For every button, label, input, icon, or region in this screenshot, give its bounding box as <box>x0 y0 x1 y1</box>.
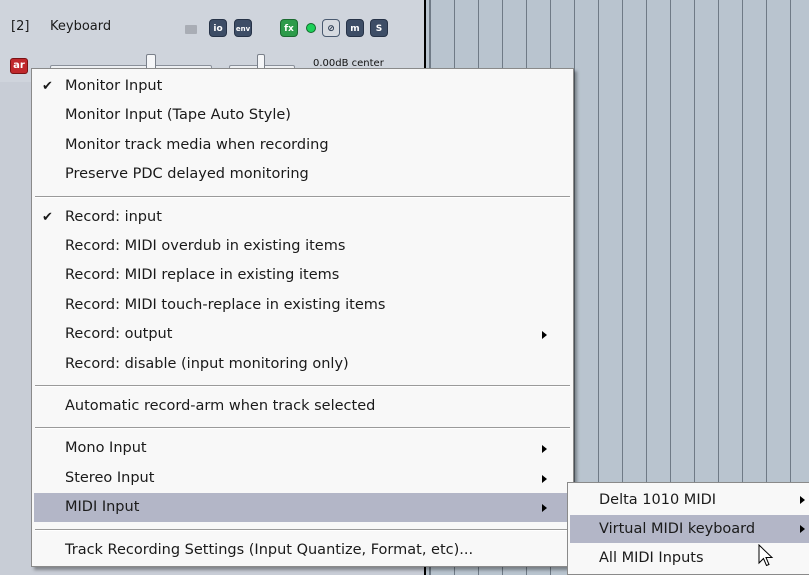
track-number: [2] <box>11 19 30 34</box>
menu-item-record-disable-input-monitoring-only[interactable]: Record: disable (input monitoring only) <box>34 350 571 379</box>
envelope-button[interactable]: env <box>234 19 252 37</box>
menu-item-label: Preserve PDC delayed monitoring <box>65 166 309 183</box>
submenu-arrow-icon <box>800 496 805 504</box>
fx-status-led-icon <box>306 23 316 33</box>
submenu-item-label: Virtual MIDI keyboard <box>599 521 756 537</box>
menu-separator <box>35 195 570 198</box>
submenu-arrow-icon <box>542 331 547 340</box>
menu-item-label: Record: input <box>65 208 162 225</box>
menu-item-monitor-input[interactable]: ✔ Monitor Input <box>34 72 571 101</box>
record-monitoring-context-menu: ✔ Monitor Input Monitor Input (Tape Auto S… <box>31 68 574 567</box>
submenu-item-label: Delta 1010 MIDI <box>599 492 717 508</box>
submenu-item-delta-1010-midi[interactable]: Delta 1010 MIDI <box>570 486 809 514</box>
menu-item-stereo-input[interactable]: Stereo Input <box>34 464 571 493</box>
menu-item-label: Record: MIDI replace in existing items <box>65 267 340 284</box>
menu-item-label: Stereo Input <box>65 469 155 486</box>
menu-item-record-midi-replace-in-existing-items[interactable]: Record: MIDI replace in existing items <box>34 261 571 290</box>
menu-item-record-output[interactable]: Record: output <box>34 320 571 349</box>
menu-item-label: Record: MIDI touch-replace in existing i… <box>65 296 386 313</box>
menu-item-label: MIDI Input <box>65 499 140 516</box>
submenu-arrow-icon <box>800 525 805 533</box>
menu-item-record-midi-touch-replace-in-existing-items[interactable]: Record: MIDI touch-replace in existing i… <box>34 291 571 320</box>
io-button[interactable]: io <box>209 19 227 37</box>
submenu-item-virtual-midi-keyboard[interactable]: Virtual MIDI keyboard <box>570 515 809 543</box>
submenu-item-label: All MIDI Inputs <box>599 550 704 566</box>
menu-separator <box>35 385 570 387</box>
menu-item-track-recording-settings-input-quantize-format-etc[interactable]: Track Recording Settings (Input Quantize… <box>34 536 571 565</box>
mouse-pointer-icon <box>758 544 774 567</box>
menu-item-label: Record: output <box>65 326 173 343</box>
menu-item-preserve-pdc-delayed-monitoring[interactable]: Preserve PDC delayed monitoring <box>34 160 571 189</box>
folder-icon[interactable] <box>185 25 197 34</box>
fx-button[interactable]: fx <box>280 19 298 37</box>
record-arm-button[interactable]: ar <box>10 58 28 74</box>
menu-item-mono-input[interactable]: Mono Input <box>34 434 571 463</box>
submenu-arrow-icon <box>542 504 547 513</box>
checkmark-icon: ✔ <box>42 209 53 225</box>
menu-separator <box>35 528 570 531</box>
menu-item-label: Mono Input <box>65 440 147 457</box>
menu-item-label: Record: MIDI overdub in existing items <box>65 238 346 254</box>
menu-separator <box>35 427 570 430</box>
submenu-arrow-icon <box>542 474 547 483</box>
arrange-track-lane[interactable] <box>424 0 809 58</box>
menu-item-label: Track Recording Settings (Input Quantize… <box>65 541 474 558</box>
menu-item-label: Monitor Input <box>65 78 163 94</box>
submenu-arrow-icon <box>542 445 547 454</box>
phase-invert-button[interactable]: ⊘ <box>322 19 340 37</box>
menu-item-midi-input[interactable]: MIDI Input <box>34 493 571 523</box>
menu-item-label: Automatic record-arm when track selected <box>65 398 376 414</box>
checkmark-icon: ✔ <box>42 79 53 94</box>
mute-button[interactable]: m <box>346 19 364 37</box>
menu-item-label: Monitor track media when recording <box>65 136 329 153</box>
menu-item-automatic-record-arm-when-track-selected[interactable]: Automatic record-arm when track selected <box>34 392 571 421</box>
menu-item-label: Record: disable (input monitoring only) <box>65 355 349 372</box>
menu-item-monitor-track-media-when-recording[interactable]: Monitor track media when recording <box>34 131 571 160</box>
menu-item-record-input[interactable]: ✔ Record: input <box>34 203 571 232</box>
solo-button[interactable]: S <box>370 19 388 37</box>
menu-item-monitor-input-tape-auto-style[interactable]: Monitor Input (Tape Auto Style) <box>34 101 571 130</box>
track-name[interactable]: Keyboard <box>50 19 111 34</box>
menu-item-label: Monitor Input (Tape Auto Style) <box>65 107 291 124</box>
menu-item-record-midi-overdub-in-existing-items[interactable]: Record: MIDI overdub in existing items <box>34 232 571 261</box>
